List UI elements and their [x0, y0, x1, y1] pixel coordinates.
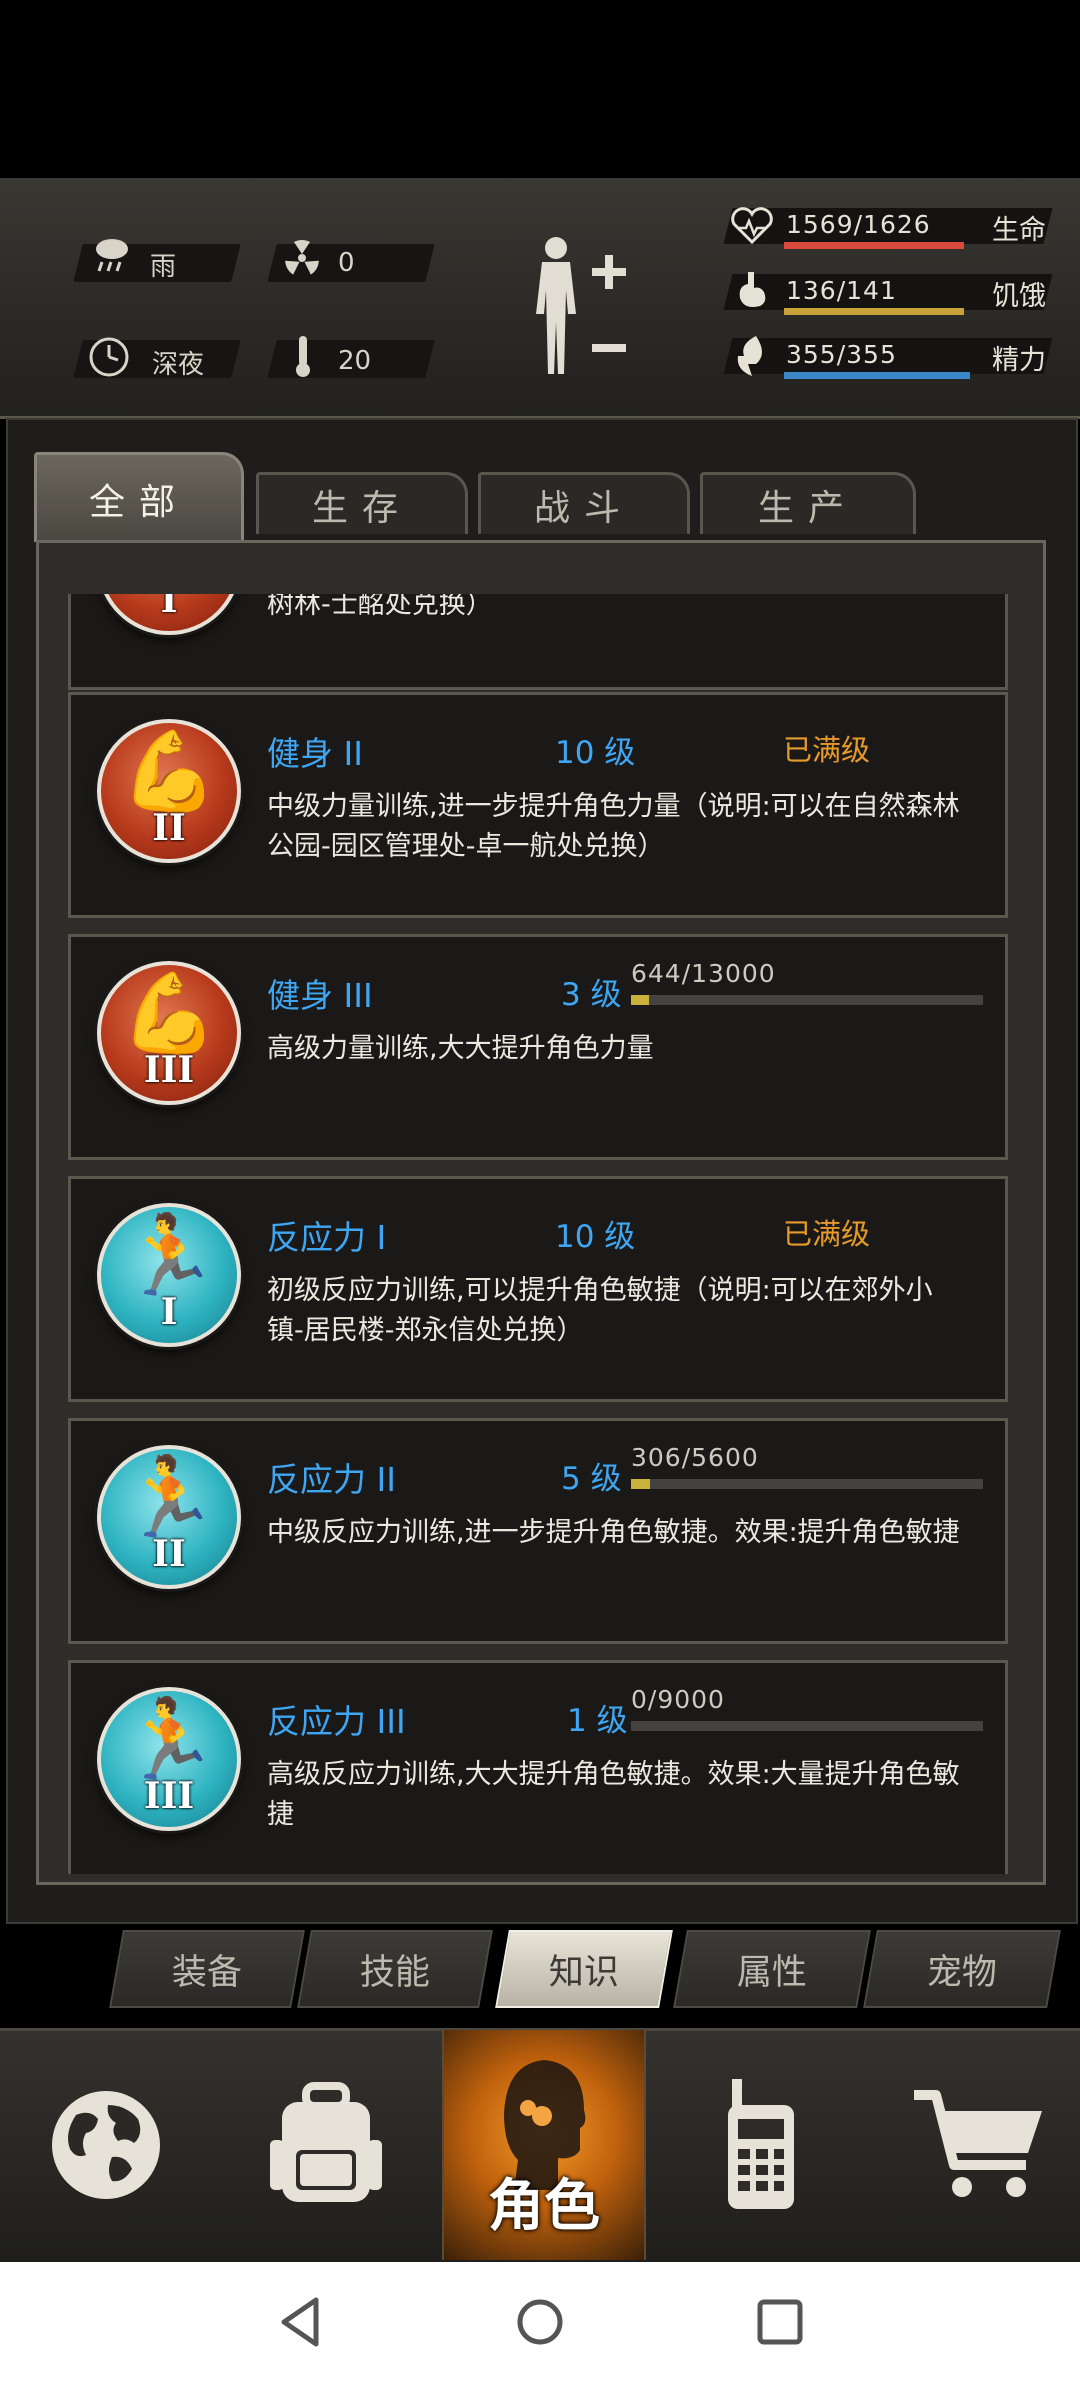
progress-text: 0/9000 — [631, 1685, 725, 1714]
back-icon[interactable] — [278, 2296, 322, 2348]
tab-combat-label: 战斗 — [533, 487, 634, 529]
skill-level: 10 级 — [555, 735, 636, 771]
hunger-fill — [784, 308, 964, 315]
skill-name: 反应力 I — [267, 1218, 387, 1257]
energy-label: 精力 — [992, 345, 1046, 376]
skill-name: 健身 II — [267, 734, 363, 773]
energy-fill — [784, 372, 970, 379]
body-figure-icon[interactable] — [520, 234, 630, 384]
rain-cloud-icon — [96, 239, 128, 272]
walkie-talkie-icon — [728, 2079, 794, 2209]
nav-backpack[interactable] — [226, 2030, 426, 2260]
reflex-badge-icon: 🏃 I — [97, 1203, 241, 1347]
hunger-label: 饥饿 — [992, 281, 1046, 312]
max-level-badge: 已满级 — [783, 733, 871, 767]
tab-survival-label: 生存 — [311, 487, 412, 529]
life-fill — [784, 242, 964, 249]
tab-production[interactable]: 生产 — [700, 472, 916, 534]
subtab-knowledge-label: 知识 — [548, 1952, 619, 1993]
subtab-attributes[interactable]: 属性 — [673, 1930, 871, 2008]
subtab-attributes-label: 属性 — [736, 1952, 807, 1993]
progress-bar — [631, 1721, 983, 1731]
skill-card[interactable]: 🏃 III 反应力 III 1 级 0/9000 高级反应力训练,大大提升角色敏… — [68, 1660, 1008, 1874]
badge-roman: II — [152, 807, 186, 849]
subtab-equipment[interactable]: 装备 — [109, 1930, 305, 2008]
skill-name: 健身 III — [267, 976, 373, 1015]
badge-roman: I — [160, 1291, 178, 1333]
tab-survival[interactable]: 生存 — [256, 472, 468, 534]
reflex-badge-icon: 🏃 II — [97, 1445, 241, 1589]
subtab-pets[interactable]: 宠物 — [863, 1930, 1061, 2008]
recents-icon[interactable] — [756, 2296, 804, 2348]
fitness-badge-icon: I — [97, 594, 241, 635]
tab-production-label: 生产 — [757, 487, 858, 529]
fitness-badge-icon: 💪 II — [97, 719, 241, 863]
fitness-badge-icon: 💪 III — [97, 961, 241, 1105]
life-value: 1569/1626 — [786, 210, 931, 239]
skill-desc: 中级反应力训练,进一步提升角色敏捷。效果:提升角色敏捷 — [267, 1517, 960, 1548]
energy-value: 355/355 — [786, 340, 897, 369]
status-bar — [0, 0, 1080, 178]
stomach-icon — [739, 272, 766, 307]
skill-desc: 中级力量训练,进一步提升角色力量（说明:可以在自然森林公园-园区管理处-卓一航处… — [267, 791, 960, 862]
progress-fill — [631, 995, 649, 1005]
tab-all[interactable]: 全部 — [34, 452, 244, 542]
subtab-pets-label: 宠物 — [926, 1952, 997, 1993]
skill-list[interactable]: I 树林-士酩处兑换） 💪 II 健身 II 10 级 已满级 中级力量训练,进… — [48, 594, 1032, 1874]
subtab-skills-label: 技能 — [359, 1952, 430, 1993]
nav-shop[interactable] — [878, 2030, 1078, 2260]
badge-roman: II — [152, 1533, 186, 1575]
progress-text: 644/13000 — [631, 959, 776, 988]
skill-card-partial[interactable]: I 树林-士酩处兑换） — [68, 594, 1008, 690]
nav-character[interactable]: 角色 — [442, 2030, 646, 2260]
skill-level: 10 级 — [555, 1219, 636, 1255]
radiation-value: 0 — [338, 248, 355, 278]
subtab-skills[interactable]: 技能 — [297, 1930, 493, 2008]
progress-bar — [631, 995, 983, 1005]
skill-desc: 高级反应力训练,大大提升角色敏捷。效果:大量提升角色敏捷 — [267, 1759, 960, 1830]
progress-fill — [631, 1479, 651, 1489]
subtab-equipment-label: 装备 — [171, 1952, 242, 1993]
time-of-day-text: 深夜 — [152, 350, 205, 380]
skill-card[interactable]: 💪 II 健身 II 10 级 已满级 中级力量训练,进一步提升角色力量（说明:… — [68, 692, 1008, 918]
heart-icon — [731, 207, 773, 245]
badge-roman: III — [143, 1049, 195, 1091]
tab-combat[interactable]: 战斗 — [478, 472, 690, 534]
skill-desc: 初级反应力训练,可以提升角色敏捷（说明:可以在郊外小镇-居民楼-郑永信处兑换） — [267, 1275, 933, 1346]
tab-all-label: 全部 — [88, 481, 189, 523]
skill-card[interactable]: 💪 III 健身 III 3 级 644/13000 高级力量训练,大大提升角色… — [68, 934, 1008, 1160]
skill-name: 反应力 III — [267, 1702, 406, 1741]
globe-icon — [52, 2091, 160, 2199]
clock-icon — [89, 337, 129, 377]
skill-name: 反应力 II — [267, 1460, 396, 1499]
skill-desc: 树林-士酩处兑换） — [267, 594, 493, 620]
temperature-value: 20 — [338, 346, 372, 376]
skill-level: 5 级 — [561, 1461, 622, 1497]
home-icon[interactable] — [514, 2296, 566, 2348]
skill-card[interactable]: 🏃 II 反应力 II 5 级 306/5600 中级反应力训练,进一步提升角色… — [68, 1418, 1008, 1644]
skill-desc: 高级力量训练,大大提升角色力量 — [267, 1033, 654, 1064]
radiation-icon — [285, 240, 319, 275]
subtab-knowledge[interactable]: 知识 — [495, 1930, 673, 2008]
cart-icon — [914, 2090, 1042, 2197]
thermometer-icon — [296, 336, 310, 377]
progress-bar — [631, 1479, 983, 1489]
backpack-icon — [270, 2082, 382, 2202]
skill-card[interactable]: 🏃 I 反应力 I 10 级 已满级 初级反应力训练,可以提升角色敏捷（说明:可… — [68, 1176, 1008, 1402]
skill-level: 1 级 — [567, 1703, 628, 1739]
life-label: 生命 — [992, 215, 1046, 246]
progress-text: 306/5600 — [631, 1443, 759, 1472]
skill-level: 3 级 — [561, 977, 622, 1013]
nav-radio[interactable] — [660, 2030, 860, 2260]
weather-text: 雨 — [150, 252, 177, 282]
badge-roman: III — [143, 1775, 195, 1817]
max-level-badge: 已满级 — [783, 1217, 871, 1251]
reflex-badge-icon: 🏃 III — [97, 1687, 241, 1831]
nav-world[interactable] — [6, 2030, 206, 2260]
hunger-value: 136/141 — [786, 276, 897, 305]
nav-character-label: 角色 — [488, 2174, 600, 2239]
energy-icon — [737, 336, 762, 376]
